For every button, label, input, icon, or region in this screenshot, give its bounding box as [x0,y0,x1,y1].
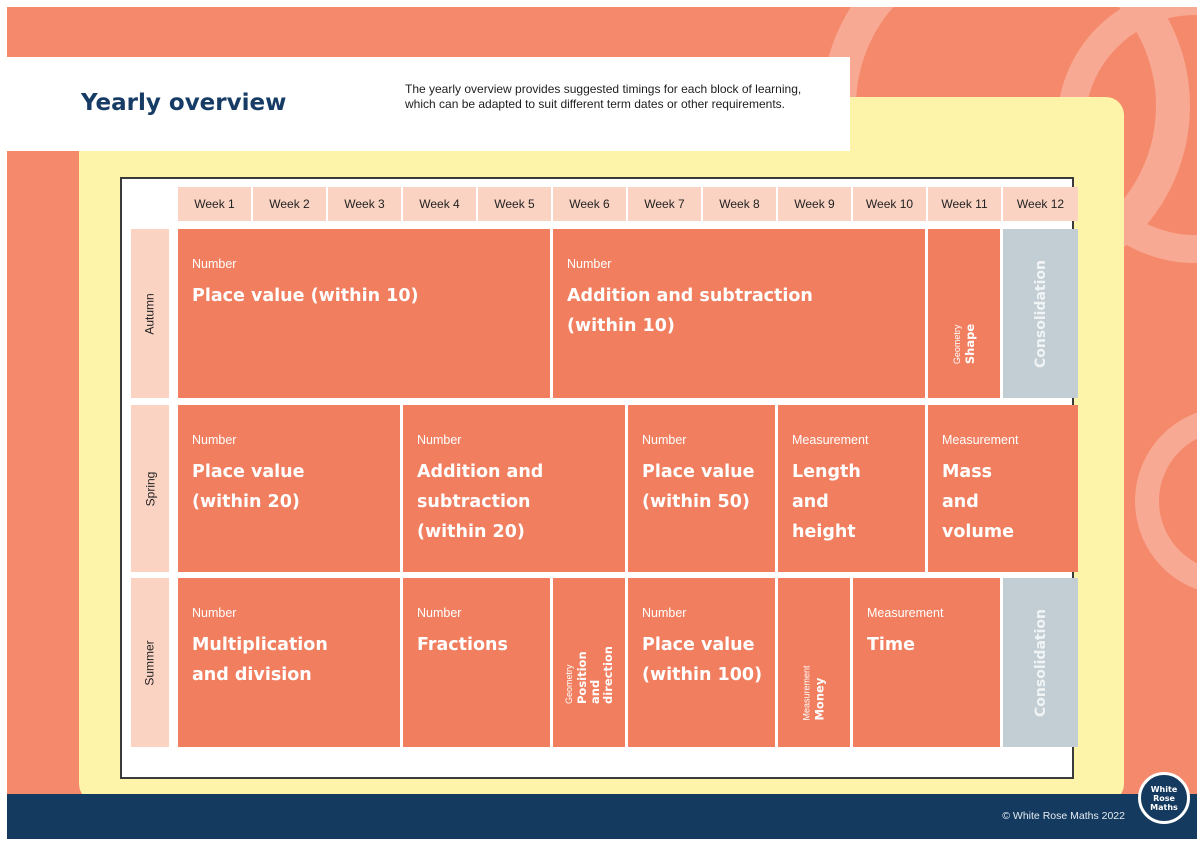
decorative-swirl [1135,407,1197,595]
block-title: Mass and volume [942,462,1014,542]
term-label-text: Spring [143,471,157,506]
block-category: Number [642,433,687,447]
block-mass-volume: Measurement Mass and volume [928,405,1078,572]
overview-grid: Week 1 Week 2 Week 3 Week 4 Week 5 Week … [120,177,1078,779]
block-place-value-10: Number Place value (within 10) [178,229,553,398]
block-place-value-100: Number Place value (within 100) [628,578,778,747]
week-header: Week 1 [178,187,253,221]
block-category: Number [642,606,687,620]
block-category: Number [192,606,237,620]
block-length-height: Measurement Length and height [778,405,928,572]
block-addition-subtraction-20: Number Addition and subtraction (within … [403,405,628,572]
block-title: Consolidation [1032,608,1049,717]
block-addition-subtraction-10: Number Addition and subtraction (within … [553,229,928,398]
week-header: Week 3 [328,187,403,221]
block-multiplication-division: Number Multiplication and division [178,578,403,747]
week-header: Week 7 [628,187,703,221]
block-category: Measurement [792,433,869,447]
week-header: Week 12 [1003,187,1078,221]
block-money: Measurement Money [778,578,853,747]
block-category: Measurement [867,606,944,620]
block-title: Addition and subtraction (within 20) [417,462,544,542]
week-header: Week 4 [403,187,478,221]
term-label-summer: Summer [131,578,169,747]
block-title: Multiplication and division [192,635,328,685]
block-title: Addition and subtraction (within 10) [567,286,813,336]
page-title: Yearly overview [81,90,287,116]
block-position-direction: Geometry Position and direction [553,578,628,747]
block-time: Measurement Time [853,578,1003,747]
week-header: Week 11 [928,187,1003,221]
block-title: Shape [962,323,977,364]
block-title: Place value (within 10) [192,286,419,306]
block-consolidation: Consolidation [1003,229,1078,398]
block-category: Number [567,257,612,271]
intro-text: The yearly overview provides suggested t… [405,82,802,111]
block-consolidation: Consolidation [1003,578,1078,747]
white-rose-maths-logo: White Rose Maths [1138,772,1190,824]
block-category: Measurement [942,433,1019,447]
block-title: Place value (within 50) [642,462,755,512]
block-category: Number [192,257,237,271]
copyright-text: © White Rose Maths 2022 [1002,810,1125,822]
term-label-text: Autumn [143,292,158,335]
week-header: Week 5 [478,187,553,221]
block-title: Money [813,677,827,721]
block-category: Geometry [951,324,962,364]
week-header: Week 6 [553,187,628,221]
block-shape: Geometry Shape [928,229,1003,398]
week-header: Week 2 [253,187,328,221]
block-place-value-20: Number Place value (within 20) [178,405,403,572]
term-label-spring: Spring [131,405,169,572]
block-title: Place value (within 100) [642,635,763,685]
week-header: Week 10 [853,187,928,221]
block-category: Number [417,433,462,447]
block-fractions: Number Fractions [403,578,553,747]
block-title: Fractions [417,635,508,655]
page: Yearly overview The yearly overview prov… [7,7,1197,839]
week-header: Week 8 [703,187,778,221]
term-label-autumn: Autumn [131,229,169,398]
block-title: Length and height [792,462,861,542]
block-title: Position and direction [575,645,615,704]
term-label-text: Summer [143,639,157,686]
week-header: Week 9 [778,187,853,221]
block-category: Number [417,606,462,620]
block-title: Time [867,635,916,655]
block-title: Place value (within 20) [192,462,305,512]
block-place-value-50: Number Place value (within 50) [628,405,778,572]
block-title: Consolidation [1032,259,1049,368]
block-category: Number [192,433,237,447]
